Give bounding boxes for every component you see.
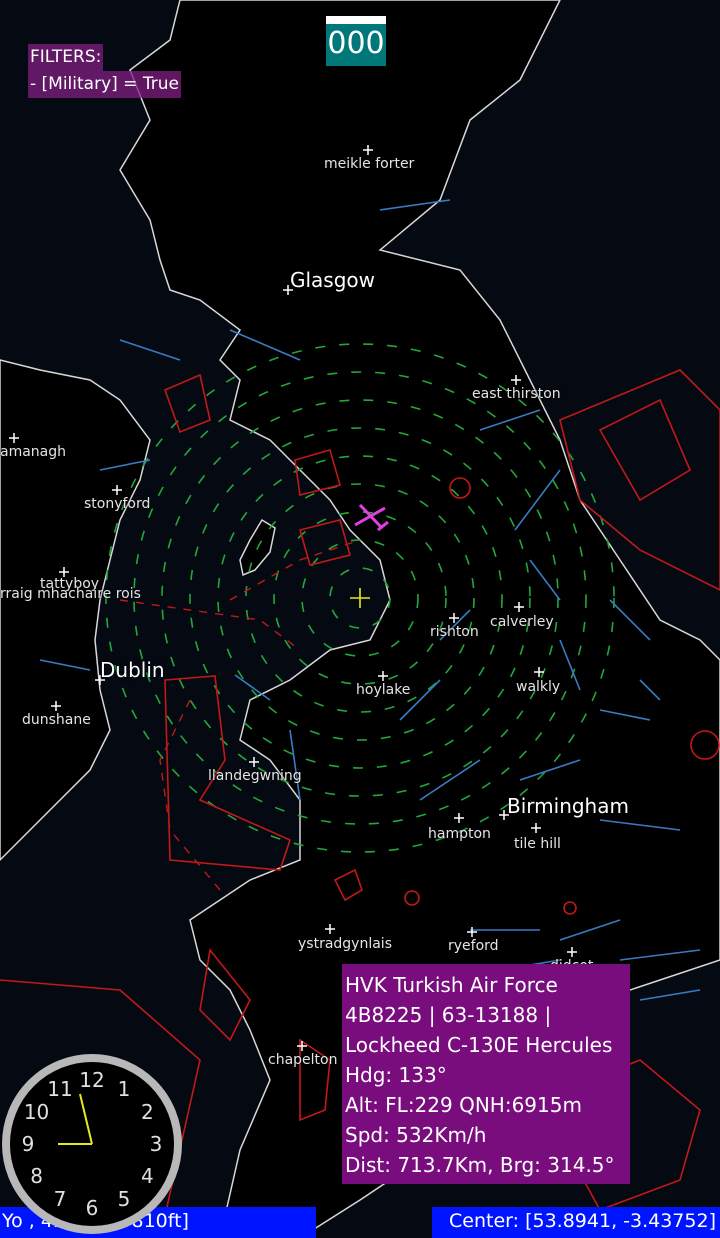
clock-number: 11	[47, 1076, 73, 1101]
place-label: chapelton	[268, 1052, 338, 1068]
place-label: amanagh	[0, 444, 67, 460]
clock-number: 2	[141, 1100, 154, 1124]
aircraft-altitude: Alt: FL:229 QNH:6915m	[345, 1093, 582, 1117]
clock-number: 10	[23, 1100, 50, 1124]
filters-overlay[interactable]: FILTERS: - [Military] = True	[28, 44, 181, 98]
analog-clock: 12 1 2 3 4 5 6 7 8 9 10 11	[0, 1052, 186, 1238]
clock-number: 8	[30, 1164, 43, 1188]
aircraft-counter[interactable]: 000	[326, 16, 386, 66]
place-label: dunshane	[22, 712, 91, 728]
place-label: hoylake	[356, 682, 411, 698]
clock-number: 5	[117, 1187, 131, 1212]
place-label: rishton	[430, 624, 479, 640]
filters-title: FILTERS:	[28, 44, 104, 71]
place-label: ryeford	[448, 938, 499, 954]
aircraft-distance: Dist: 713.7Km, Brg: 314.5°	[345, 1153, 615, 1177]
selected-aircraft-panel[interactable]: HVK Turkish Air Force 4B8225 | 63-13188 …	[342, 964, 630, 1184]
place-label: llandegwning	[208, 768, 302, 784]
aircraft-speed: Spd: 532Km/h	[345, 1123, 487, 1147]
aircraft-operator: HVK Turkish Air Force	[345, 973, 558, 997]
place-label: rraig mhachaire rois	[0, 586, 141, 602]
map-center-bar: Center: [53.8941, -3.43752]	[432, 1207, 720, 1238]
place-label: stonyford	[84, 496, 151, 512]
place-label: hampton	[428, 826, 491, 842]
place-label: ystradgynlais	[298, 936, 392, 952]
city-label-dublin: Dublin	[100, 658, 165, 682]
clock-number: 1	[117, 1076, 131, 1101]
map-screen[interactable]: Glasgow Dublin Birmingham meikle forter …	[0, 0, 720, 1238]
clock-number: 3	[149, 1132, 163, 1156]
clock-number: 4	[141, 1164, 154, 1188]
place-label: walkly	[516, 679, 561, 695]
clock-number: 12	[79, 1068, 105, 1092]
place-label: meikle forter	[324, 156, 415, 172]
clock-number: 6	[85, 1196, 99, 1220]
aircraft-ids: 4B8225 | 63-13188 |	[345, 1003, 552, 1027]
clock-number: 9	[21, 1132, 35, 1156]
filter-rule: - [Military] = True	[28, 71, 181, 98]
clock-number: 7	[53, 1187, 67, 1212]
place-label: calverley	[490, 614, 554, 630]
place-label: tile hill	[514, 836, 561, 852]
place-label: east thirston	[472, 386, 561, 402]
aircraft-type: Lockheed C-130E Hercules	[345, 1033, 613, 1057]
aircraft-heading: Hdg: 133°	[345, 1063, 447, 1087]
city-label-glasgow: Glasgow	[290, 268, 376, 292]
city-label-birmingham: Birmingham	[507, 794, 629, 818]
